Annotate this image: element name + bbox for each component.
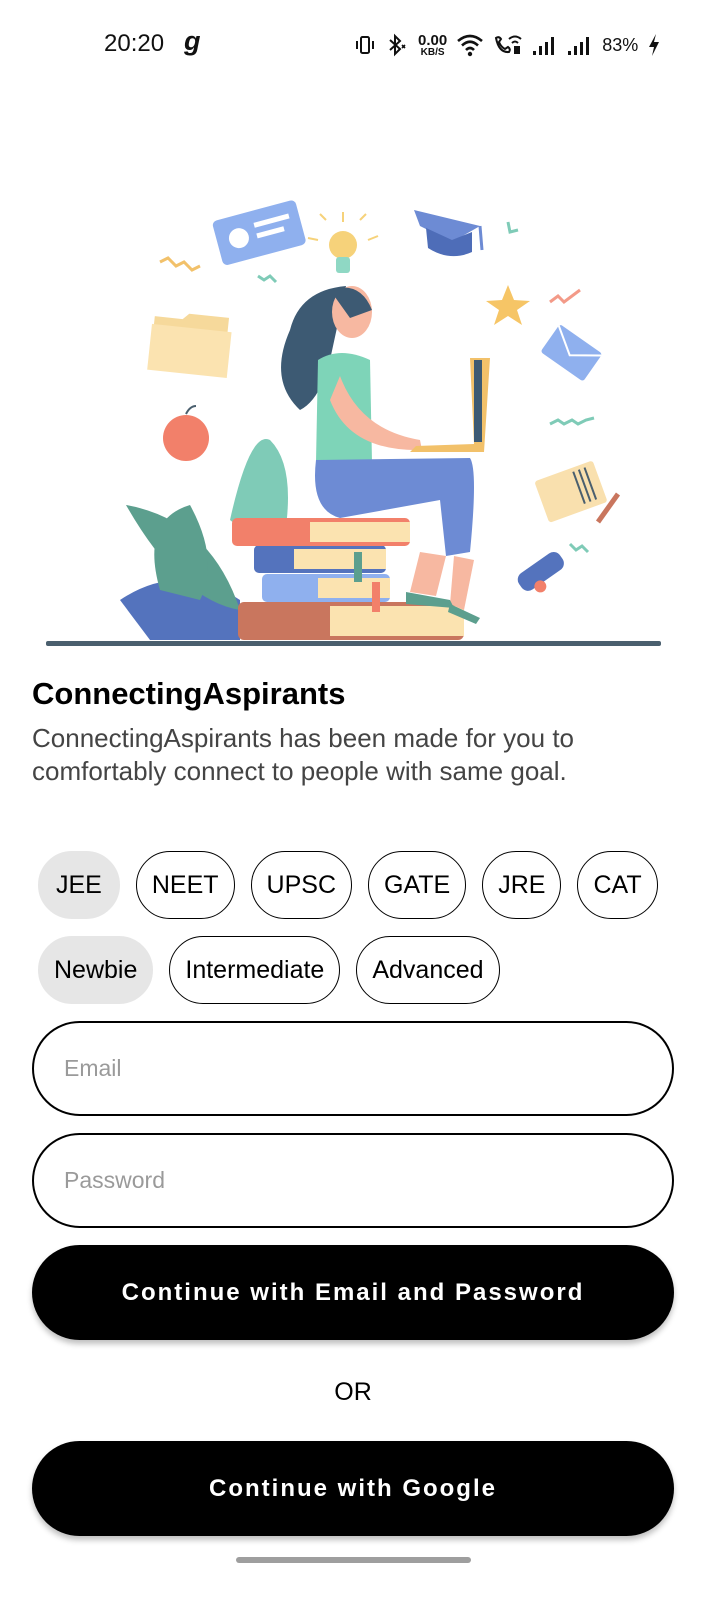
- continue-google-button[interactable]: Continue with Google: [32, 1441, 674, 1536]
- chip-neet[interactable]: NEET: [135, 851, 235, 919]
- app-description: ConnectingAspirants has been made for yo…: [32, 723, 575, 786]
- chip-gate[interactable]: GATE: [368, 851, 467, 919]
- status-icons: 0.00 KB/S 83%: [354, 30, 661, 60]
- wifi-calling-icon: [495, 35, 522, 54]
- status-bar: 20:20 g 0.00 KB/S 83%: [0, 0, 720, 92]
- hero-illustration: [46, 200, 661, 646]
- id-card-icon: [212, 200, 306, 265]
- chip-advanced[interactable]: Advanced: [356, 936, 500, 1004]
- net-speed-unit: KB/S: [420, 46, 445, 58]
- net-speed-value: 0.00: [418, 31, 448, 49]
- chip-intermediate[interactable]: Intermediate: [169, 936, 341, 1004]
- chip-cat[interactable]: CAT: [577, 851, 658, 919]
- charging-icon: [649, 34, 660, 56]
- password-field[interactable]: [32, 1133, 674, 1228]
- chip-jee[interactable]: JEE: [38, 851, 120, 919]
- signal-icon: [568, 37, 590, 55]
- bluetooth-icon: [389, 33, 406, 57]
- folder-icon: [147, 313, 232, 379]
- email-field[interactable]: [32, 1021, 674, 1116]
- apple-icon: [163, 405, 209, 461]
- student-figure: [281, 286, 490, 624]
- star-icon: [486, 285, 530, 325]
- graduation-cap-icon: [414, 210, 484, 257]
- or-divider: OR: [334, 1378, 372, 1406]
- notebook-icon: [535, 461, 607, 523]
- home-indicator[interactable]: [236, 1557, 471, 1563]
- exam-chip-group: JEE NEET UPSC GATE JRE CAT: [38, 851, 658, 919]
- level-chip-group: Newbie Intermediate Advanced: [38, 936, 500, 1004]
- status-time: 20:20: [104, 30, 165, 57]
- app-notification-icon: g: [184, 26, 201, 56]
- vibrate-icon: [356, 36, 374, 54]
- battery-level: 83%: [602, 34, 639, 55]
- chip-upsc[interactable]: UPSC: [250, 851, 353, 919]
- signal-icon: [533, 37, 555, 55]
- network-speed: 0.00 KB/S: [418, 33, 447, 58]
- app-title: ConnectingAspirants: [32, 676, 346, 711]
- lightbulb-icon: [307, 212, 379, 273]
- chip-newbie[interactable]: Newbie: [38, 936, 154, 1004]
- diploma-icon: [517, 552, 564, 593]
- wifi-icon: [457, 34, 484, 57]
- continue-email-button[interactable]: Continue with Email and Password: [32, 1245, 674, 1340]
- chip-jre[interactable]: JRE: [482, 851, 562, 919]
- envelope-icon: [541, 325, 602, 381]
